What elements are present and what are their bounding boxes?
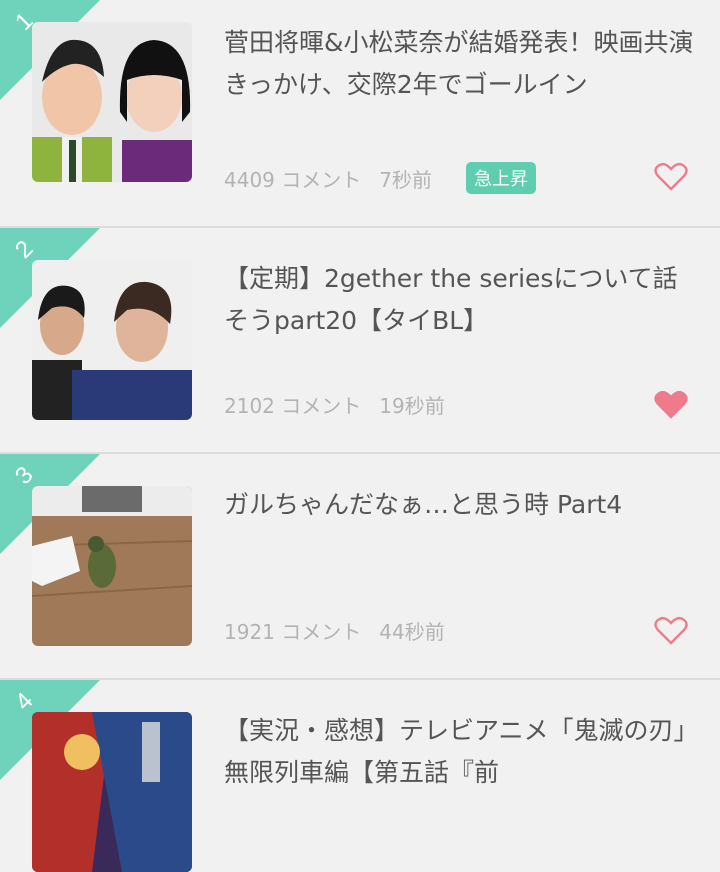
thumbnail-image <box>32 22 192 182</box>
list-item[interactable]: 4 【実況・感想】テレビアニメ「鬼滅の刃」無限列車編【第五話『前 <box>0 680 720 872</box>
thumbnail-image <box>32 486 192 646</box>
list-item[interactable]: 2 【定期】2gether the seriesについて話そうpart20【タイ… <box>0 228 720 454</box>
comment-count: 1921 コメント <box>224 620 362 644</box>
comment-count: 4409 コメント <box>224 167 362 192</box>
topic-title[interactable]: 【定期】2gether the seriesについて話そうpart20【タイBL… <box>224 258 694 342</box>
thumbnail[interactable] <box>32 22 192 182</box>
trending-badge: 急上昇 <box>466 162 536 194</box>
heart-icon[interactable] <box>654 162 688 192</box>
list-item[interactable]: 3 ガルちゃんだなぁ…と思う時 Part4 1921 コメント 44秒前 <box>0 454 720 680</box>
heart-icon[interactable] <box>654 616 688 646</box>
list-item[interactable]: 1 菅田将暉&小松菜奈が結婚発表！映画共演きっかけ、交際2年でゴールイン 440… <box>0 0 720 228</box>
comment-count: 2102 コメント <box>224 394 362 418</box>
thumbnail-image <box>32 260 192 420</box>
topic-title[interactable]: ガルちゃんだなぁ…と思う時 Part4 <box>224 484 694 526</box>
elapsed-time: 19秒前 <box>379 394 445 418</box>
elapsed-time: 7秒前 <box>379 167 432 192</box>
elapsed-time: 44秒前 <box>379 620 445 644</box>
thumbnail-image <box>32 712 192 872</box>
topic-meta: 1921 コメント 44秒前 <box>224 616 445 645</box>
topic-meta: 2102 コメント 19秒前 <box>224 390 445 419</box>
thumbnail[interactable] <box>32 712 192 872</box>
thumbnail[interactable] <box>32 260 192 420</box>
heart-icon[interactable] <box>654 390 688 420</box>
topic-title[interactable]: 【実況・感想】テレビアニメ「鬼滅の刃」無限列車編【第五話『前 <box>224 710 694 794</box>
topic-ranking-list: 1 菅田将暉&小松菜奈が結婚発表！映画共演きっかけ、交際2年でゴールイン 440… <box>0 0 720 872</box>
topic-title[interactable]: 菅田将暉&小松菜奈が結婚発表！映画共演きっかけ、交際2年でゴールイン <box>224 22 694 106</box>
thumbnail[interactable] <box>32 486 192 646</box>
topic-meta: 4409 コメント 7秒前 急上昇 <box>224 162 536 194</box>
